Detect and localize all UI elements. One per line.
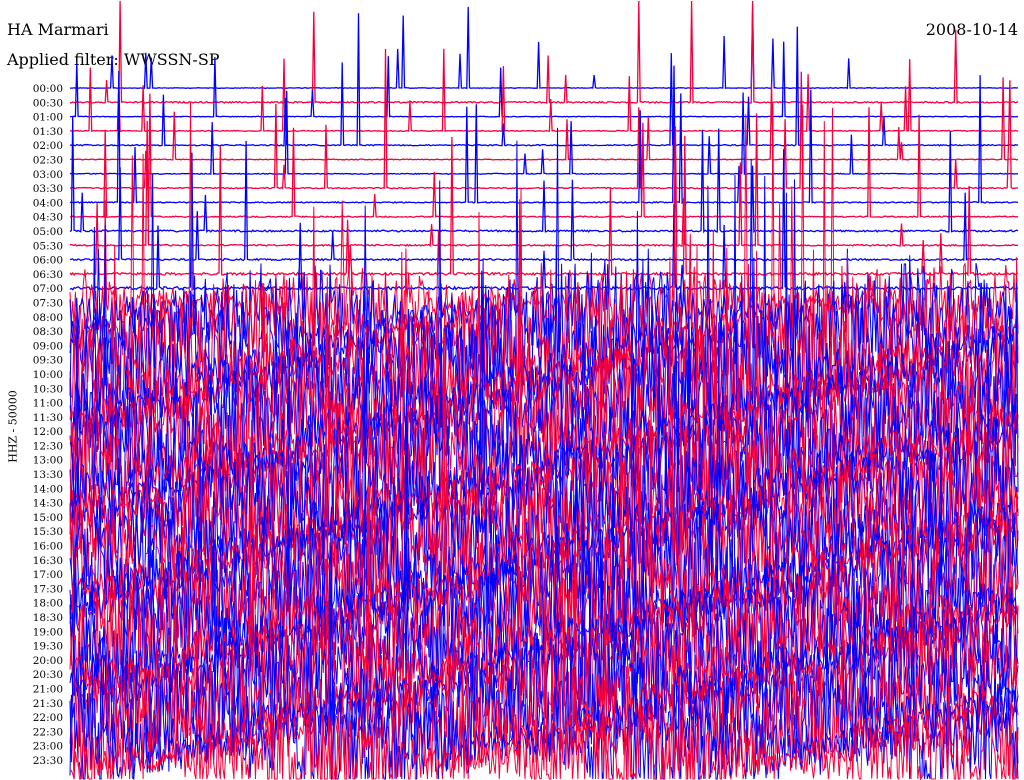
time-tick-label: 00:00	[33, 83, 63, 95]
time-tick-label: 11:00	[33, 398, 63, 410]
trace-0130	[69, 48, 1019, 133]
time-tick-label: 09:00	[33, 340, 63, 352]
time-tick-label: 06:00	[33, 255, 63, 267]
time-tick-label: 09:30	[33, 355, 63, 367]
helicorder-plot: 00:00 00:30 01:00 01:30 02:00 02:30 03:00 03:30…	[33, 0, 1019, 780]
trace-0230	[69, 77, 1019, 161]
time-tick-label: 01:30	[33, 126, 63, 138]
time-tick-label: 03:30	[33, 183, 63, 195]
time-tick-label: 20:30	[33, 669, 63, 681]
time-tick-label: 08:00	[33, 312, 63, 324]
helicorder-page: HA Marmari Applied filter: WWSSN-SP 2008…	[0, 0, 1024, 780]
time-tick-label: 17:00	[33, 569, 63, 581]
time-tick-label: 03:00	[33, 169, 63, 181]
time-tick-label: 14:30	[33, 498, 63, 510]
time-tick-label: 16:00	[33, 541, 63, 553]
time-tick-label: 19:00	[33, 626, 63, 638]
time-tick-label: 08:30	[33, 326, 63, 338]
trace-0000	[70, 6, 1019, 90]
time-tick-label: 13:00	[33, 455, 63, 467]
time-tick-label: 15:00	[33, 512, 63, 524]
time-tick-label: 12:30	[33, 440, 63, 452]
time-tick-label: 11:30	[33, 412, 63, 424]
time-tick-label: 23:00	[33, 741, 63, 753]
time-tick-label: 22:00	[33, 712, 63, 724]
time-tick-label: 22:30	[33, 726, 63, 738]
time-tick-label: 05:30	[33, 240, 63, 252]
time-tick-label: 17:30	[33, 583, 63, 595]
time-tick-label: 18:00	[33, 598, 63, 610]
time-tick-label: 15:30	[33, 526, 63, 538]
time-tick-label: 02:00	[33, 140, 63, 152]
time-tick-label: 02:30	[33, 154, 63, 166]
time-tick-label: 06:30	[33, 269, 63, 281]
time-tick-label: 07:30	[33, 297, 63, 309]
time-tick-label: 00:30	[33, 97, 63, 109]
time-tick-label: 10:30	[33, 383, 63, 395]
time-tick-label: 23:30	[33, 755, 63, 767]
time-tick-label: 04:30	[33, 212, 63, 224]
time-tick-label: 07:00	[33, 283, 63, 295]
time-tick-label: 10:00	[33, 369, 63, 381]
time-tick-label: 04:00	[33, 197, 63, 209]
time-tick-label: 16:30	[33, 555, 63, 567]
time-tick-label: 12:00	[33, 426, 63, 438]
time-tick-label: 14:00	[33, 483, 63, 495]
time-tick-label: 13:30	[33, 469, 63, 481]
time-tick-label: 18:30	[33, 612, 63, 624]
time-tick-label: 20:00	[33, 655, 63, 667]
trace-0100	[69, 41, 1019, 118]
time-tick-label: 21:30	[33, 698, 63, 710]
time-tick-label: 05:00	[33, 226, 63, 238]
time-tick-label: 21:00	[33, 684, 63, 696]
time-tick-label: 19:30	[33, 641, 63, 653]
time-tick-label: 01:00	[33, 112, 63, 124]
